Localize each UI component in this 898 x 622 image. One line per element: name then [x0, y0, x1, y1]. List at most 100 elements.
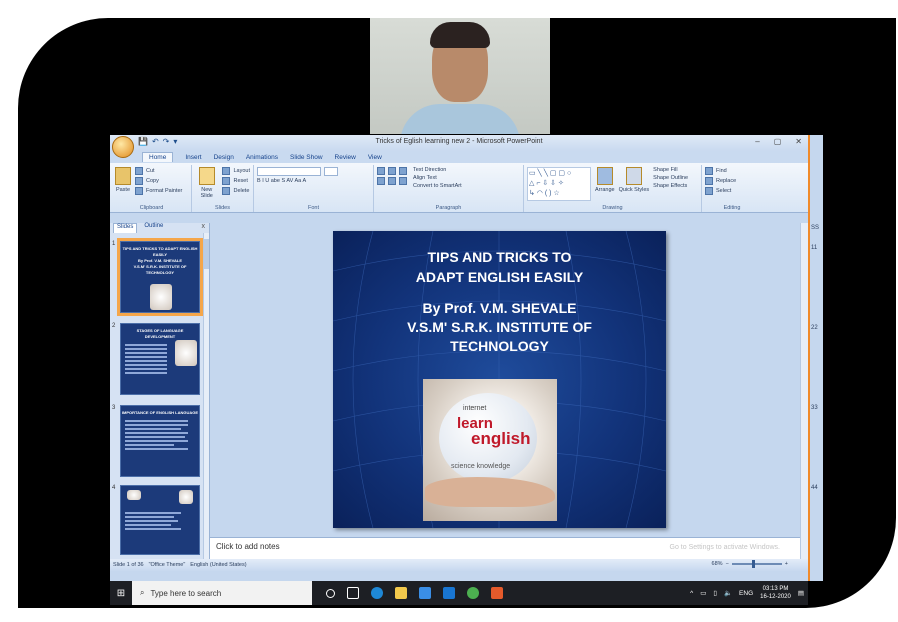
- replace-button[interactable]: Replace: [716, 178, 736, 184]
- format-painter-icon[interactable]: [135, 187, 143, 195]
- select-button[interactable]: Select: [716, 188, 731, 194]
- file-explorer-icon[interactable]: [395, 587, 407, 599]
- notes-pane[interactable]: Click to add notes Go to Settings to act…: [210, 537, 800, 559]
- indent-icon[interactable]: [399, 167, 407, 175]
- tab-animations[interactable]: Animations: [246, 154, 278, 161]
- quick-styles-icon[interactable]: [625, 167, 642, 185]
- delete-button[interactable]: Delete: [233, 188, 249, 194]
- replace-icon[interactable]: [705, 177, 713, 185]
- battery-icon[interactable]: ▯: [713, 589, 717, 597]
- tab-review[interactable]: Review: [335, 154, 356, 161]
- volume-icon[interactable]: 🔈: [724, 589, 732, 597]
- notifications-icon[interactable]: ▤: [798, 589, 804, 597]
- mail-icon[interactable]: [443, 587, 455, 599]
- maximize-button[interactable]: ▢: [774, 137, 782, 146]
- zoom-slider[interactable]: [731, 560, 782, 568]
- cut-button[interactable]: Cut: [146, 168, 155, 174]
- language-tray[interactable]: ENG: [739, 590, 753, 597]
- drawing-group: ▭ ╲ ╲ ▢ ▢ ○ △ ⌐ ⇩ ⇩ ✧ ↳ ◠ ( ) ☆ Arrange Qu…: [524, 165, 702, 212]
- slide-thumbnail-2[interactable]: STAGES OF LANGUAGE DEVELOPMENT: [120, 323, 200, 395]
- thumb-lines: [125, 512, 195, 530]
- select-icon[interactable]: [705, 187, 713, 195]
- shape-fill-button[interactable]: Shape Fill: [653, 167, 688, 173]
- arrange-icon[interactable]: [596, 167, 613, 185]
- store-icon[interactable]: [419, 587, 431, 599]
- numbering-icon[interactable]: [388, 167, 396, 175]
- slide-subtitle[interactable]: By Prof. V.M. SHEVALE V.S.M' S.R.K. INST…: [333, 299, 666, 356]
- zoom-level[interactable]: 68%: [712, 561, 723, 567]
- language-indicator[interactable]: English (United States): [190, 562, 246, 568]
- windows-start-icon[interactable]: ⊞: [110, 588, 132, 599]
- layout-icon[interactable]: [222, 167, 231, 175]
- pane-close-icon[interactable]: x: [202, 223, 206, 230]
- thumb-number: 2: [112, 323, 116, 329]
- find-button[interactable]: Find: [716, 168, 727, 174]
- copy-button[interactable]: Copy: [146, 178, 159, 184]
- shape-outline-button[interactable]: Shape Outline: [653, 175, 688, 181]
- task-view-icon[interactable]: [347, 587, 359, 599]
- reset-button[interactable]: Reset: [233, 178, 247, 184]
- align-left-icon[interactable]: [377, 177, 385, 185]
- new-slide-button[interactable]: New Slide: [195, 187, 218, 199]
- tab-insert[interactable]: Insert: [185, 154, 201, 161]
- arrange-button[interactable]: Arrange: [595, 187, 615, 193]
- zoom-in-icon[interactable]: +: [785, 561, 788, 567]
- minimize-button[interactable]: –: [755, 137, 759, 146]
- font-name-input[interactable]: [257, 167, 321, 176]
- convert-smartart-button[interactable]: Convert to SmartArt: [413, 183, 462, 189]
- tab-view[interactable]: View: [368, 154, 382, 161]
- shapes-gallery[interactable]: ▭ ╲ ╲ ▢ ▢ ○ △ ⌐ ⇩ ⇩ ✧ ↳ ◠ ( ) ☆: [527, 167, 591, 201]
- tab-slide-show[interactable]: Slide Show: [290, 154, 323, 161]
- zoom-slider-thumb[interactable]: [751, 560, 755, 568]
- quick-styles-button[interactable]: Quick Styles: [619, 187, 650, 193]
- taskbar-search[interactable]: ⌕ Type here to search: [132, 581, 312, 605]
- edge-icon[interactable]: [371, 587, 383, 599]
- editing-group: Find Replace Select Editing: [702, 165, 762, 212]
- align-center-icon[interactable]: [388, 177, 396, 185]
- tab-design[interactable]: Design: [214, 154, 234, 161]
- tray-chevron-icon[interactable]: ^: [690, 590, 693, 597]
- align-text-button[interactable]: Align Text: [413, 175, 462, 181]
- shape-effects-button[interactable]: Shape Effects: [653, 183, 688, 189]
- slide-thumbnail-3[interactable]: IMPORTANCE OF ENGLISH LANGUAGE: [120, 405, 200, 477]
- network-icon[interactable]: ▭: [700, 589, 706, 597]
- font-label: Font: [307, 205, 319, 211]
- paste-button[interactable]: Paste: [115, 187, 131, 193]
- tab-outline[interactable]: Outline: [141, 223, 166, 233]
- slide-picture[interactable]: internet learn english science knowledge: [423, 379, 557, 521]
- cut-icon[interactable]: [135, 167, 143, 175]
- reset-icon[interactable]: [222, 177, 231, 185]
- tab-home[interactable]: Home: [142, 152, 174, 162]
- office-button[interactable]: [112, 136, 134, 158]
- thumb-title: STAGES OF LANGUAGE DEVELOPMENT: [136, 328, 184, 339]
- cortana-icon[interactable]: [326, 588, 335, 598]
- picture-word: english: [471, 429, 531, 448]
- clock[interactable]: 03:13 PM 16-12-2020: [760, 585, 791, 601]
- find-icon[interactable]: [705, 167, 713, 175]
- layout-button[interactable]: Layout: [233, 168, 250, 174]
- copy-icon[interactable]: [135, 177, 143, 185]
- text-direction-button[interactable]: Text Direction: [413, 167, 462, 173]
- pane-scrollbar[interactable]: [203, 233, 209, 559]
- font-size-input[interactable]: [324, 167, 338, 176]
- slide-title[interactable]: TIPS AND TRICKS TO ADAPT ENGLISH EASILY: [333, 247, 666, 287]
- align-right-icon[interactable]: [399, 177, 407, 185]
- system-tray: ^ ▭ ▯ 🔈 ENG 03:13 PM 16-12-2020 ▤: [690, 581, 804, 605]
- delete-icon[interactable]: [222, 187, 231, 195]
- pane-scroll-thumb[interactable]: [204, 239, 209, 269]
- slide-thumbnail-4[interactable]: [120, 485, 200, 555]
- font-format-buttons[interactable]: B I U abe S AV Aa A: [257, 178, 370, 184]
- chrome-icon[interactable]: [467, 587, 479, 599]
- paste-icon[interactable]: [115, 167, 131, 185]
- close-button[interactable]: ✕: [795, 137, 802, 146]
- slide-thumbnail-1[interactable]: TIPS AND TRICKS TO ADAPT ENGLISH EASILY …: [117, 238, 203, 316]
- new-slide-icon[interactable]: [198, 167, 215, 185]
- zoom-out-icon[interactable]: −: [726, 561, 729, 567]
- strip-text: 44: [811, 485, 818, 491]
- tab-slides[interactable]: Slides: [113, 223, 138, 233]
- format-painter-button[interactable]: Format Painter: [146, 188, 182, 194]
- current-slide[interactable]: TIPS AND TRICKS TO ADAPT ENGLISH EASILY …: [333, 231, 666, 528]
- canvas-scrollbar[interactable]: [800, 223, 808, 559]
- powerpoint-icon[interactable]: [491, 587, 503, 599]
- bullets-icon[interactable]: [377, 167, 385, 175]
